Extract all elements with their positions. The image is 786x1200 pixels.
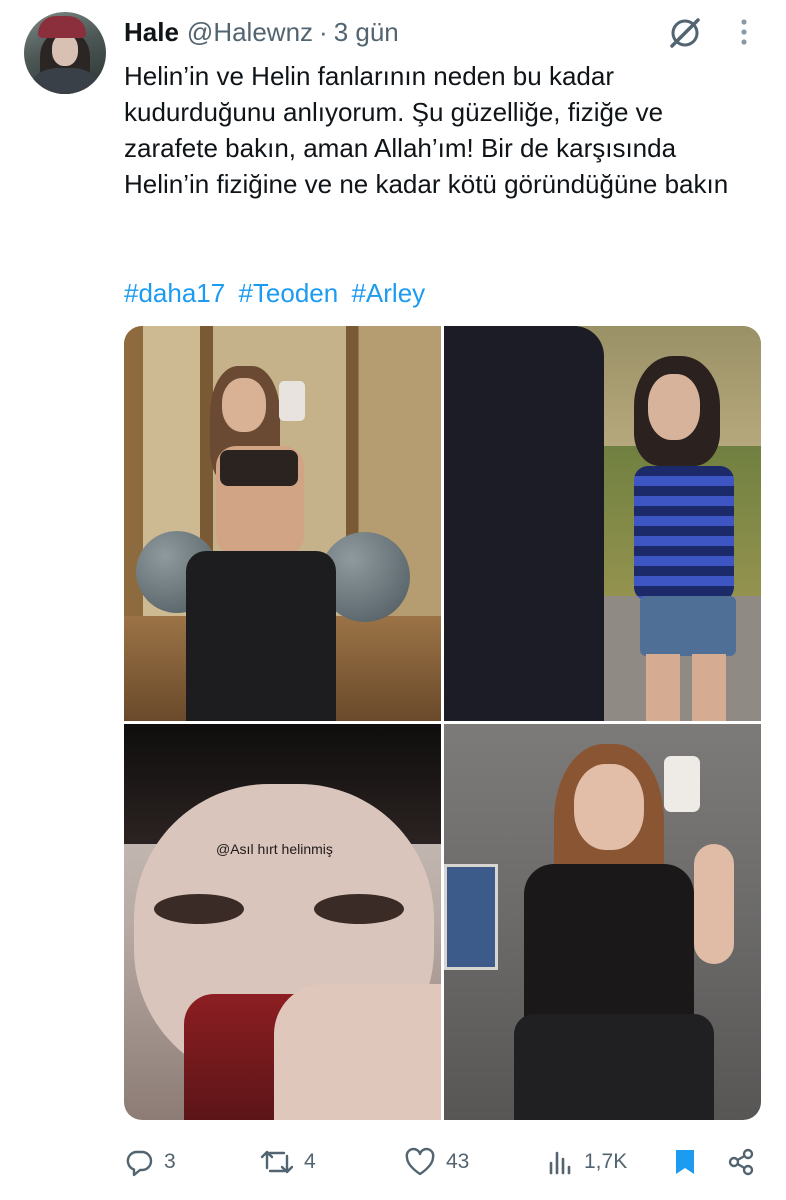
- photo-4[interactable]: [444, 724, 761, 1120]
- tweet-time[interactable]: 3 gün: [334, 17, 399, 48]
- photo-3[interactable]: @Asıl hırt helinmiş: [124, 724, 441, 1120]
- author-handle[interactable]: @Halewnz: [187, 17, 313, 48]
- share-button[interactable]: [726, 1140, 766, 1184]
- retweet-icon: [260, 1150, 294, 1174]
- views-button[interactable]: 1,7K: [546, 1140, 627, 1184]
- grok-icon[interactable]: [666, 14, 704, 52]
- hashtag-daha17[interactable]: #daha17: [124, 278, 225, 308]
- bookmark-button[interactable]: [672, 1140, 708, 1184]
- photo-1[interactable]: [124, 326, 441, 721]
- views-count: 1,7K: [584, 1150, 628, 1173]
- like-count: 43: [446, 1150, 470, 1173]
- hashtags: #daha17 #Teoden #Arley: [124, 275, 431, 311]
- views-icon: [549, 1151, 571, 1175]
- hashtag-teoden[interactable]: #Teoden: [238, 278, 338, 308]
- reply-button[interactable]: 3: [124, 1140, 176, 1184]
- action-bar: 3 4 43 1,7K: [0, 1140, 786, 1184]
- avatar[interactable]: [24, 12, 106, 94]
- like-icon: [405, 1147, 435, 1176]
- bookmark-icon: [676, 1150, 694, 1174]
- tweet-text: Helin’in ve Helin fanlarının neden bu ka…: [124, 61, 729, 199]
- reply-count: 3: [164, 1150, 176, 1173]
- reply-icon: [126, 1150, 153, 1177]
- retweet-count: 4: [304, 1150, 316, 1173]
- media-grid: @Asıl hırt helinmiş: [124, 326, 761, 1120]
- header-separator: ·: [319, 16, 328, 47]
- media-caption: @Asıl hırt helinmiş: [216, 841, 333, 857]
- share-icon: [728, 1148, 754, 1176]
- like-button[interactable]: 43: [404, 1140, 469, 1184]
- author-name[interactable]: Hale: [124, 17, 179, 48]
- photo-2[interactable]: [444, 326, 761, 721]
- tweet-header: Hale @Halewnz · 3 gün: [124, 12, 399, 52]
- more-icon[interactable]: [734, 16, 754, 48]
- retweet-button[interactable]: 4: [260, 1140, 316, 1184]
- hashtag-arley[interactable]: #Arley: [351, 278, 425, 308]
